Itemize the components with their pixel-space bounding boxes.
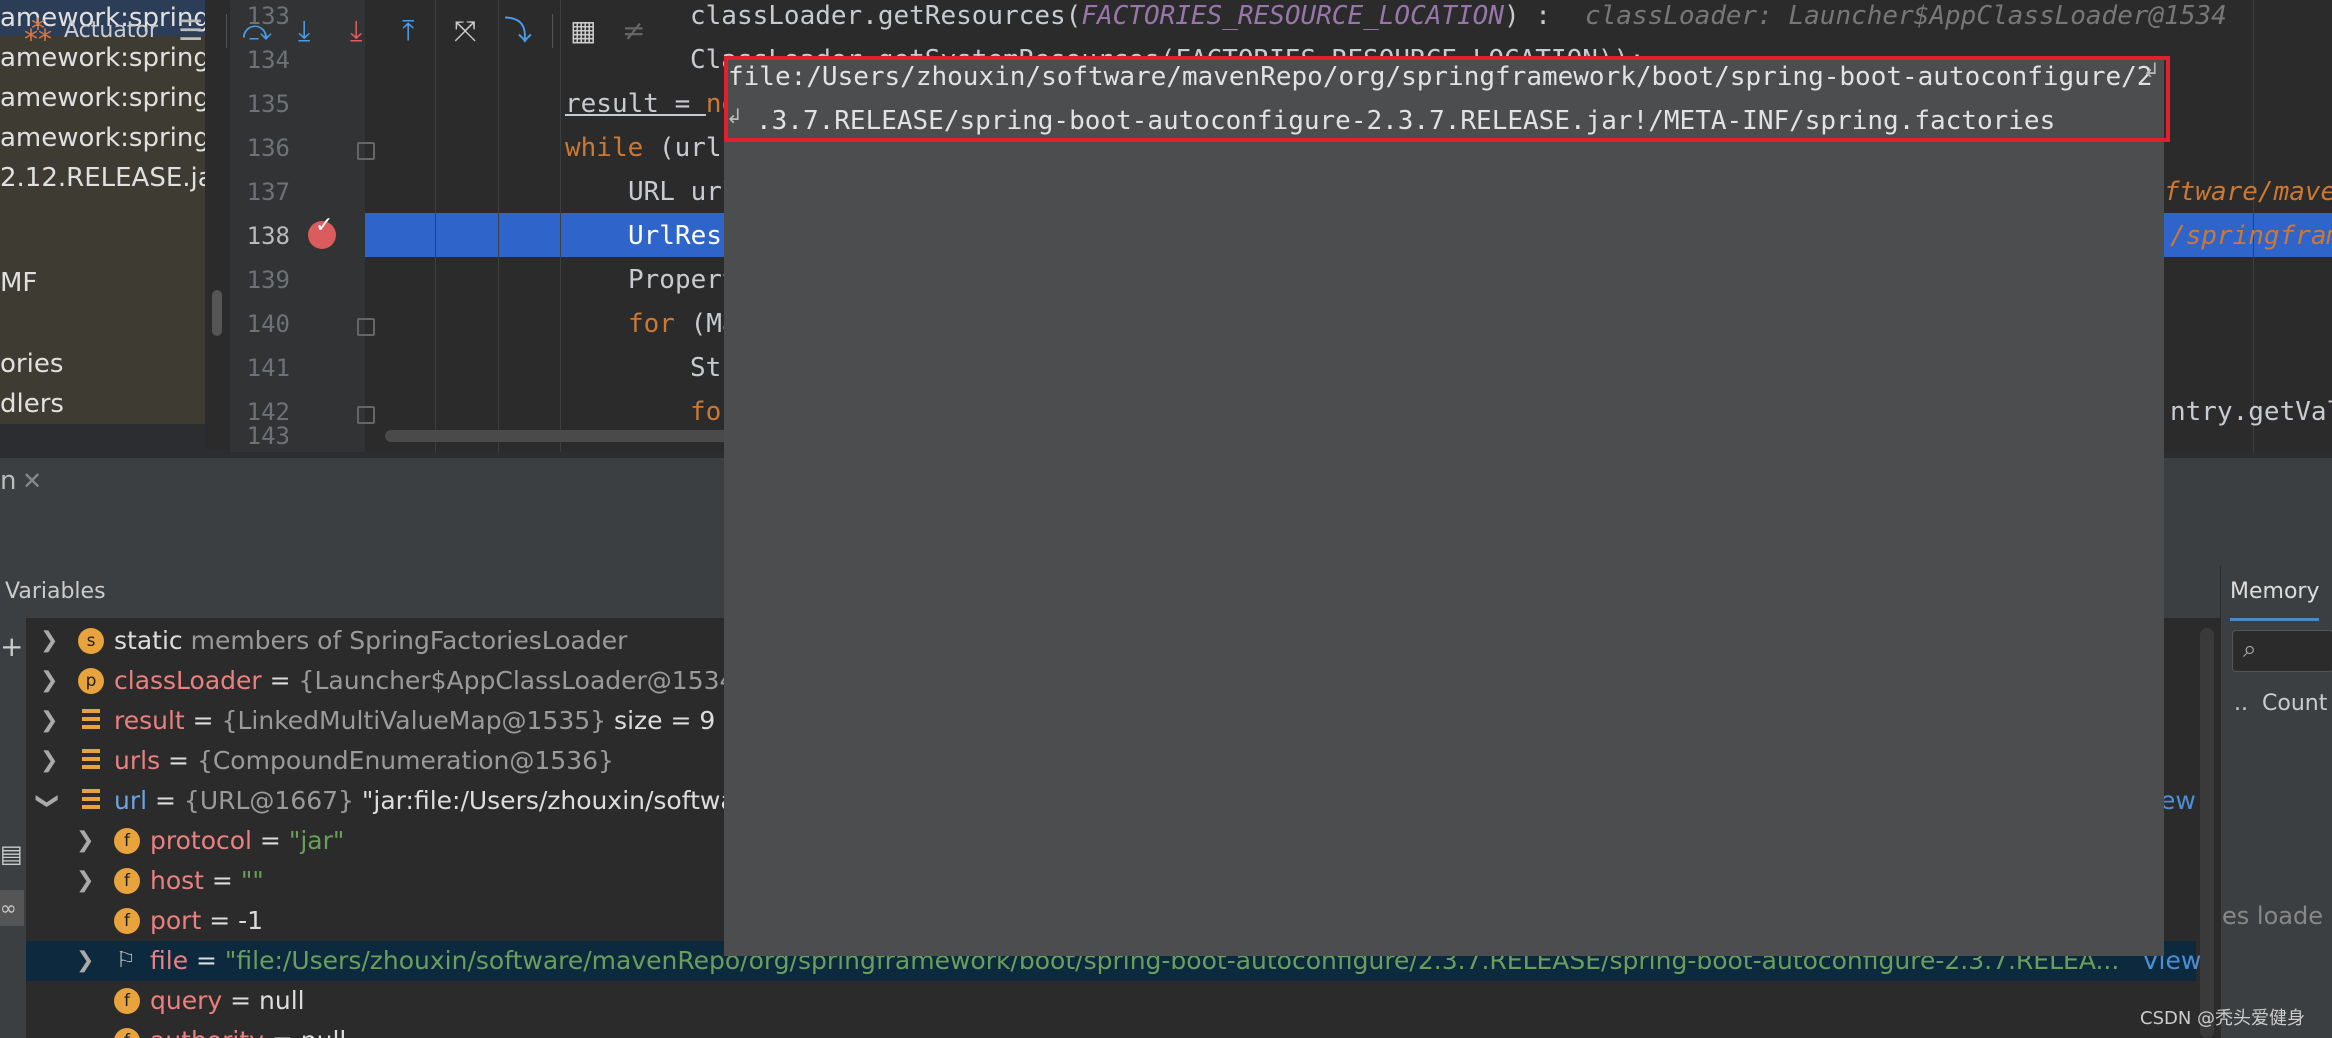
drop-frame-icon[interactable]: ⤧ (454, 14, 476, 48)
highlight-box (724, 56, 2170, 142)
local-variable-icon (82, 709, 100, 731)
line-number: 143 (246, 426, 290, 446)
variable-row[interactable]: f authority = null (26, 1021, 2196, 1038)
parameter-badge-icon: p (78, 668, 104, 694)
variables-scrollbar[interactable] (2200, 628, 2214, 1038)
field-badge-icon: f (114, 828, 140, 854)
fold-icon[interactable] (357, 142, 375, 160)
actuator-icon[interactable]: ⁂ (24, 14, 52, 48)
expand-arrow-icon[interactable]: ❯ (40, 741, 58, 781)
static-badge-icon: s (78, 628, 104, 654)
collapse-arrow-icon[interactable]: ❯ (27, 792, 67, 810)
force-step-into-icon[interactable]: ⤓ (350, 14, 362, 48)
fold-icon[interactable] (357, 406, 375, 424)
toolbar-separator (552, 14, 553, 48)
editor-horizontal-scrollbar[interactable] (385, 430, 745, 442)
variables-side-toolbar (0, 618, 26, 1038)
variables-title: Variables (5, 579, 106, 604)
code-line: fo (690, 397, 722, 427)
memory-tab[interactable]: Memory (2230, 566, 2320, 621)
search-icon: ⌕ (2243, 635, 2257, 663)
local-variable-icon (82, 749, 100, 771)
code-line: UrlRes (628, 221, 722, 251)
inline-debug-hint: ftware/maven (2164, 177, 2332, 207)
run-to-cursor-icon[interactable]: ⤵ (504, 14, 532, 48)
add-watch-icon[interactable]: + (0, 630, 23, 663)
flag-icon: ⚐ (116, 948, 136, 973)
step-over-icon[interactable]: ⤼ (242, 14, 272, 48)
field-badge-icon: f (114, 988, 140, 1014)
threads-icon[interactable]: ☰ (178, 14, 203, 48)
indent-guide (498, 0, 499, 452)
field-badge-icon: f (114, 1028, 140, 1038)
line-number: 136 (246, 134, 290, 162)
project-tree-item[interactable]: MF (0, 265, 37, 301)
expand-arrow-icon[interactable]: ❯ (40, 621, 58, 661)
line-number: 139 (246, 266, 290, 294)
line-number: 138 (246, 222, 290, 250)
expand-arrow-icon[interactable]: ❯ (40, 661, 58, 701)
toolbar-separator (226, 14, 227, 48)
local-variable-icon (82, 789, 100, 811)
watermark: CSDN @秃头爱健身 (2140, 1008, 2306, 1029)
evaluate-expression-icon[interactable]: ▦ (570, 14, 596, 48)
code-line: while (url (565, 133, 722, 163)
line-number: 137 (246, 178, 290, 206)
project-tree-item[interactable]: amework:spring- (0, 80, 205, 116)
variable-row[interactable]: f query = null (26, 981, 2196, 1021)
actuator-tab[interactable]: Actuator (64, 14, 158, 48)
close-tab-icon[interactable]: ✕ (22, 458, 42, 504)
expand-arrow-icon[interactable]: ❯ (76, 861, 94, 901)
expand-arrow-icon[interactable]: ❯ (76, 941, 94, 981)
line-number: 135 (246, 90, 290, 118)
memory-count-header[interactable]: .. Count (2234, 684, 2332, 724)
code-line: Propert (628, 265, 738, 295)
inline-debug-hint: /springfram (2170, 221, 2332, 251)
project-tree-scrollbar[interactable] (212, 290, 222, 336)
step-out-icon[interactable]: ⤒ (402, 14, 414, 48)
project-tree-item[interactable]: ories (0, 346, 63, 382)
watch-glasses-icon[interactable]: ∞ (0, 890, 24, 926)
project-tree: amework:spring- amework:spring- amework:… (0, 0, 205, 424)
indent-guide (560, 0, 561, 452)
trace-icon[interactable]: ≠ (622, 14, 645, 48)
value-popup[interactable] (724, 56, 2164, 956)
code-line: URL url (628, 177, 738, 207)
code-line: result = ne (565, 89, 738, 119)
code-line: for (Ma (628, 309, 738, 339)
project-tree-edge (205, 0, 230, 450)
debug-tab-label[interactable]: n (0, 458, 16, 504)
project-tree-item[interactable]: dlers (0, 386, 64, 422)
line-number: 140 (246, 310, 290, 338)
code-line: classLoader.getResources(FACTORIES_RESOU… (690, 1, 1551, 31)
fold-icon[interactable] (357, 318, 375, 336)
code-line: ntry.getVal (2170, 397, 2332, 427)
view-link[interactable]: ew (2160, 781, 2196, 821)
breakpoint-icon[interactable] (308, 213, 336, 249)
copy-icon[interactable]: ▤ (0, 840, 23, 868)
code-line: St (690, 353, 722, 383)
expand-arrow-icon[interactable]: ❯ (40, 701, 58, 741)
project-tree-item[interactable]: amework:spring- (0, 120, 205, 156)
memory-search-input[interactable]: ⌕ (2232, 630, 2332, 672)
step-into-icon[interactable]: ⤓ (298, 14, 310, 48)
field-badge-icon: f (114, 868, 140, 894)
expand-arrow-icon[interactable]: ❯ (76, 821, 94, 861)
field-badge-icon: f (114, 908, 140, 934)
project-tree-item[interactable]: 2.12.RELEASE.jar (0, 160, 205, 196)
indent-guide (435, 0, 436, 452)
inline-debug-hint: classLoader: Launcher$AppClassLoader@153… (1585, 1, 2227, 31)
line-number: 141 (246, 354, 290, 382)
memory-status-text: es loade (2222, 902, 2323, 930)
